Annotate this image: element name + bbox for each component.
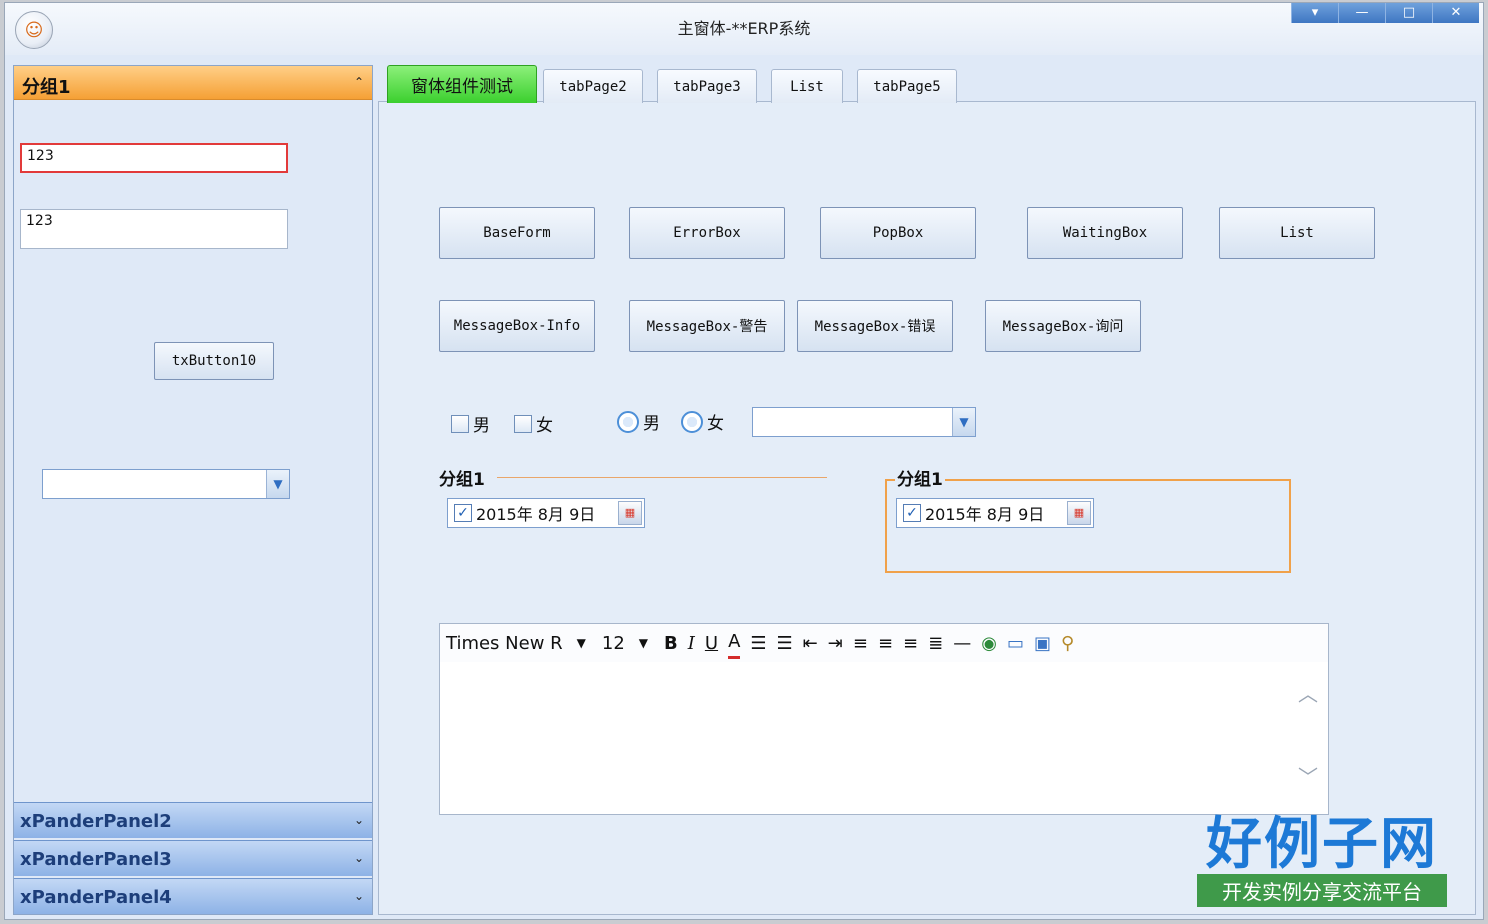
date-picker-b[interactable]: ✓ 2015年 8月 9日 ▦	[896, 498, 1094, 528]
chevron-down-icon[interactable]: ▼	[952, 408, 975, 436]
calendar-icon[interactable]: ▦	[1067, 501, 1091, 525]
chevron-down-icon[interactable]: ⌄	[354, 851, 364, 865]
checkbox-female-label: 女	[536, 416, 553, 436]
tab-list[interactable]: List	[771, 69, 843, 103]
font-family-select[interactable]: Times New R ▼	[446, 633, 586, 654]
group-a-line	[497, 477, 827, 478]
maximize-button[interactable]: □	[1385, 3, 1432, 23]
chevron-down-icon[interactable]: ⌄	[354, 813, 364, 827]
messagebox-warning-button[interactable]: MessageBox-警告	[629, 300, 785, 352]
chevron-down-icon[interactable]: ⌄	[354, 889, 364, 903]
justify-icon[interactable]: ≣	[928, 629, 943, 657]
checkbox-icon[interactable]	[514, 414, 532, 433]
textbox[interactable]: 123	[20, 209, 288, 249]
link-icon[interactable]: ◉	[981, 629, 997, 657]
rich-text-editor[interactable]: Times New R ▼ 12 ▼ B I U A ☰ ☰ ⇤ ⇥ ≡ ≡ ≡…	[439, 623, 1329, 815]
chevron-down-icon[interactable]: ﹀	[1298, 761, 1320, 790]
list-button[interactable]: List	[1219, 207, 1375, 259]
font-size-select[interactable]: 12 ▼	[602, 633, 648, 654]
txbutton10[interactable]: txButton10	[154, 342, 274, 380]
textbox-error[interactable]: 123	[20, 143, 288, 173]
chevron-up-icon[interactable]: ⌃	[354, 75, 364, 89]
checkbox-female[interactable]: 女	[514, 411, 553, 436]
search-icon[interactable]: ⚲	[1061, 629, 1074, 657]
horizontal-rule-icon[interactable]: —	[953, 629, 971, 657]
window-controls: ▾ — □ ✕	[1291, 3, 1479, 25]
italic-icon[interactable]: I	[688, 629, 695, 657]
chevron-down-icon[interactable]: ▼	[639, 636, 648, 650]
xpander-panel-2-label: xPanderPanel2	[20, 811, 172, 832]
radio-female[interactable]: 女	[681, 409, 724, 434]
left-combobox[interactable]: ▼	[42, 469, 290, 499]
editor-toolbar: Times New R ▼ 12 ▼ B I U A ☰ ☰ ⇤ ⇥ ≡ ≡ ≡…	[440, 624, 1328, 662]
chevron-up-icon[interactable]: ︿	[1298, 678, 1320, 707]
editor-scrollbar[interactable]: ︿ ﹀	[1298, 678, 1320, 804]
watermark-logo: 好例子网 开发实例分享交流平台	[1197, 814, 1447, 907]
baseform-button[interactable]: BaseForm	[439, 207, 595, 259]
radio-female-label: 女	[707, 414, 724, 434]
group-a-label: 分组1	[439, 470, 485, 490]
checkbox-male[interactable]: 男	[451, 411, 490, 436]
align-center-icon[interactable]: ≡	[878, 629, 893, 657]
window-title: 主窗体-**ERP系统	[677, 19, 811, 38]
messagebox-info-button[interactable]: MessageBox-Info	[439, 300, 595, 352]
checkbox-male-label: 男	[473, 416, 490, 436]
minimize-button[interactable]: —	[1338, 3, 1385, 23]
waitingbox-button[interactable]: WaitingBox	[1027, 207, 1183, 259]
watermark-subtitle: 开发实例分享交流平台	[1197, 874, 1447, 907]
ordered-list-icon[interactable]: ☰	[750, 629, 766, 657]
indent-icon[interactable]: ⇥	[828, 629, 843, 657]
date-a-value: 2015年 8月 9日	[476, 505, 596, 524]
align-right-icon[interactable]: ≡	[903, 629, 918, 657]
save-icon[interactable]: ▣	[1034, 629, 1051, 657]
xpander-panel-2[interactable]: xPanderPanel2 ⌄	[14, 802, 372, 838]
main-window: ☺ 主窗体-**ERP系统 ▾ — □ ✕ 分组1 ⌃ 123 123 txBu…	[4, 2, 1484, 920]
left-panel: 分组1 ⌃ 123 123 txButton10 ▼ xPanderPanel2…	[13, 65, 373, 915]
radio-male[interactable]: 男	[617, 409, 660, 434]
xpander-panel-4-label: xPanderPanel4	[20, 887, 172, 908]
popbox-button[interactable]: PopBox	[820, 207, 976, 259]
xpander-panel-4[interactable]: xPanderPanel4 ⌄	[14, 878, 372, 914]
tab-page3[interactable]: tabPage3	[657, 69, 757, 103]
errorbox-button[interactable]: ErrorBox	[629, 207, 785, 259]
title-bar: ☺ 主窗体-**ERP系统 ▾ — □ ✕	[5, 3, 1483, 55]
group1-title: 分组1	[22, 77, 71, 98]
tab-page2[interactable]: tabPage2	[543, 69, 643, 103]
checkmark-icon[interactable]: ✓	[454, 504, 472, 522]
messagebox-error-button[interactable]: MessageBox-错误	[797, 300, 953, 352]
tab-form-components[interactable]: 窗体组件测试	[387, 65, 537, 103]
radio-male-label: 男	[643, 414, 660, 434]
checkmark-icon[interactable]: ✓	[903, 504, 921, 522]
outdent-icon[interactable]: ⇤	[803, 629, 818, 657]
date-b-value: 2015年 8月 9日	[925, 505, 1045, 524]
align-left-icon[interactable]: ≡	[853, 629, 868, 657]
chevron-down-icon[interactable]: ▼	[266, 470, 289, 498]
date-picker-a[interactable]: ✓ 2015年 8月 9日 ▦	[447, 498, 645, 528]
underline-icon[interactable]: U	[705, 629, 718, 657]
radio-icon[interactable]	[617, 410, 639, 433]
xpander-panel-3-label: xPanderPanel3	[20, 849, 172, 870]
bold-icon[interactable]: B	[664, 629, 678, 657]
group1-header[interactable]: 分组1 ⌃	[14, 66, 372, 100]
font-size-value: 12	[601, 632, 625, 654]
radio-icon[interactable]	[681, 410, 703, 433]
unordered-list-icon[interactable]: ☰	[777, 629, 793, 657]
chevron-down-icon[interactable]: ▼	[577, 636, 586, 650]
tab-page5[interactable]: tabPage5	[857, 69, 957, 103]
image-icon[interactable]: ▭	[1007, 629, 1024, 657]
font-family-value: Times New R	[446, 632, 563, 654]
close-button[interactable]: ✕	[1432, 3, 1479, 23]
messagebox-question-button[interactable]: MessageBox-询问	[985, 300, 1141, 352]
font-color-icon[interactable]: A	[728, 628, 741, 659]
gender-combobox[interactable]: ▼	[752, 407, 976, 437]
calendar-icon[interactable]: ▦	[618, 501, 642, 525]
group-b-label: 分组1	[895, 465, 945, 490]
xpander-panel-3[interactable]: xPanderPanel3 ⌄	[14, 840, 372, 876]
checkbox-icon[interactable]	[451, 414, 469, 433]
menu-button[interactable]: ▾	[1291, 3, 1338, 23]
watermark-title: 好例子网	[1206, 811, 1438, 877]
